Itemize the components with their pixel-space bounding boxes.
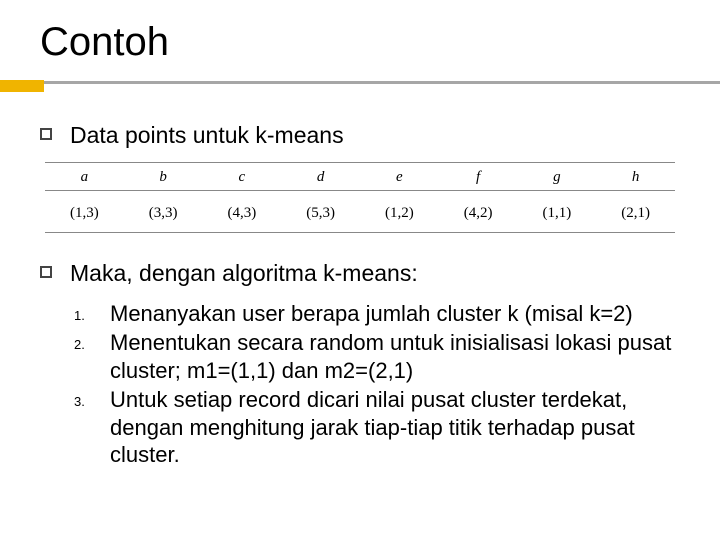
step-text: Untuk setiap record dicari nilai pusat c… xyxy=(110,386,680,469)
step-number: 2. xyxy=(74,329,110,352)
cell-e: (1,2) xyxy=(360,205,439,222)
cell-f: (4,2) xyxy=(439,205,518,222)
cell-c: (4,3) xyxy=(203,205,282,222)
numbered-list: 1. Menanyakan user berapa jumlah cluster… xyxy=(74,300,680,469)
square-bullet-icon xyxy=(40,266,52,278)
bullet-item-1: Data points untuk k-means xyxy=(40,121,680,150)
table-header-row: a b c d e f g h xyxy=(45,169,675,190)
bullet-text: Maka, dengan algoritma k-means: xyxy=(70,259,418,288)
divider-accent xyxy=(0,80,44,92)
divider-line xyxy=(0,81,720,84)
bullet-text: Data points untuk k-means xyxy=(70,121,344,150)
col-h: h xyxy=(596,169,675,190)
step-2: 2. Menentukan secara random untuk inisia… xyxy=(74,329,680,384)
title-divider xyxy=(0,81,720,95)
cell-b: (3,3) xyxy=(124,205,203,222)
step-number: 1. xyxy=(74,300,110,323)
col-g: g xyxy=(518,169,597,190)
data-table: a b c d e f g h (1,3) (3,3) (4,3) (5,3) … xyxy=(45,162,675,233)
content-area: Data points untuk k-means a b c d e f g … xyxy=(0,121,720,469)
step-text: Menentukan secara random untuk inisialis… xyxy=(110,329,680,384)
cell-d: (5,3) xyxy=(281,205,360,222)
slide-title: Contoh xyxy=(0,0,720,81)
step-3: 3. Untuk setiap record dicari nilai pusa… xyxy=(74,386,680,469)
col-c: c xyxy=(203,169,282,190)
col-d: d xyxy=(281,169,360,190)
cell-g: (1,1) xyxy=(518,205,597,222)
col-a: a xyxy=(45,169,124,190)
bullet-item-2: Maka, dengan algoritma k-means: xyxy=(40,259,680,288)
step-number: 3. xyxy=(74,386,110,409)
col-f: f xyxy=(439,169,518,190)
step-text: Menanyakan user berapa jumlah cluster k … xyxy=(110,300,680,328)
step-1: 1. Menanyakan user berapa jumlah cluster… xyxy=(74,300,680,328)
square-bullet-icon xyxy=(40,128,52,140)
cell-a: (1,3) xyxy=(45,205,124,222)
col-b: b xyxy=(124,169,203,190)
cell-h: (2,1) xyxy=(596,205,675,222)
col-e: e xyxy=(360,169,439,190)
table-data-row: (1,3) (3,3) (4,3) (5,3) (1,2) (4,2) (1,1… xyxy=(45,205,675,232)
